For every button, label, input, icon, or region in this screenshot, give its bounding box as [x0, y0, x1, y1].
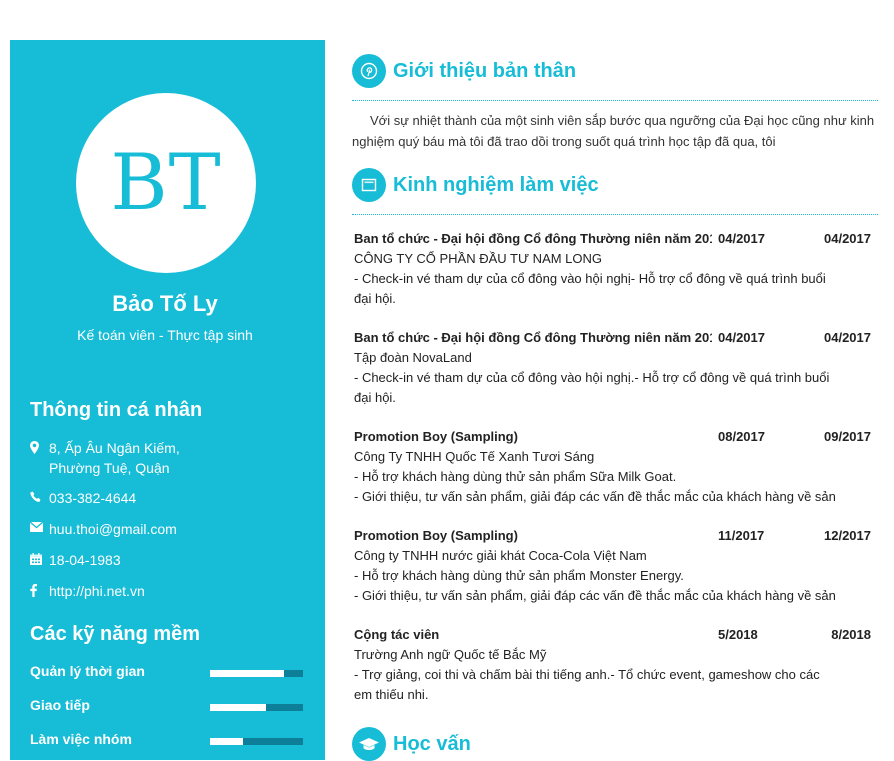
experience-position: Promotion Boy (Sampling) [354, 429, 518, 444]
briefcase-icon [352, 168, 386, 202]
email-row: huu.thoi@gmail.com [30, 519, 177, 539]
email-text: huu.thoi@gmail.com [49, 521, 177, 537]
skill-row: Làm việc nhóm [30, 731, 305, 751]
experience-item: Ban tổ chức - Đại hội đồng Cổ đông Thườn… [354, 328, 874, 408]
experience-desc-line: - Check-in vé tham dự của cổ đông vào hộ… [354, 271, 826, 286]
address-line1: 8, Ấp Âu Ngân Kiếm, [49, 440, 180, 456]
experience-desc-line: em thiếu nhi. [354, 687, 429, 702]
experience-from: 04/2017 [718, 330, 765, 345]
experience-company: Tập đoàn NovaLand [354, 350, 472, 365]
skill-level-fill [210, 738, 243, 745]
experience-company: Trường Anh ngữ Quốc tế Bắc Mỹ [354, 647, 547, 662]
skill-row: Quản lý thời gian [30, 663, 305, 683]
graduation-cap-icon [352, 727, 386, 761]
experience-company: CÔNG TY CỔ PHẦN ĐẦU TƯ NAM LONG [354, 251, 603, 266]
avatar-initials: BT [110, 138, 222, 228]
experience-heading: Kinh nghiệm làm việc [393, 173, 599, 196]
experience-to: 12/2017 [824, 528, 871, 543]
skill-level-bar [210, 670, 303, 677]
experience-to: 04/2017 [824, 231, 871, 246]
experience-desc-line: - Giới thiệu, tư vấn sản phẩm, giải đáp … [354, 489, 836, 504]
experience-item: Promotion Boy (Sampling) 11/2017 12/2017… [354, 526, 874, 606]
experience-desc-line: - Trợ giảng, coi thi và chấm bài thi tiế… [354, 667, 820, 682]
pinterest-icon [352, 54, 386, 88]
skill-label: Giao tiếp [30, 697, 90, 713]
experience-section-header: Kinh nghiệm làm việc [352, 168, 599, 202]
personal-info-heading: Thông tin cá nhân [30, 399, 203, 421]
experience-to: 8/2018 [831, 627, 871, 642]
map-marker-icon [30, 438, 49, 454]
avatar: BT [76, 93, 256, 273]
experience-desc-line: - Hỗ trợ khách hàng dùng thử sản phẩm Sữ… [354, 469, 677, 484]
calendar-icon [30, 550, 49, 565]
website-row: http://phi.net.vn [30, 581, 145, 601]
about-section-header: Giới thiệu bản thân [352, 54, 576, 88]
skill-label: Quản lý thời gian [30, 663, 145, 679]
skill-row: Giao tiếp [30, 697, 305, 717]
experience-divider [352, 214, 878, 215]
experience-desc-line: đại hội. [354, 390, 396, 405]
experience-desc-line: đại hội. [354, 291, 396, 306]
experience-item: Ban tổ chức - Đại hội đồng Cổ đông Thườn… [354, 229, 874, 309]
experience-company: Công ty TNHH nước giải khát Coca-Cola Vi… [354, 548, 647, 563]
skill-level-bar [210, 704, 303, 711]
address-text: 8, Ấp Âu Ngân Kiếm, Phường Tuệ, Quận [49, 438, 180, 478]
about-divider [352, 100, 878, 101]
experience-position: Ban tổ chức - Đại hội đồng Cổ đông Thườn… [354, 330, 712, 345]
education-section-header: Học vấn [352, 727, 471, 761]
facebook-icon [30, 581, 49, 597]
address-line2: Phường Tuệ, Quận [49, 460, 170, 476]
experience-company: Công Ty TNHH Quốc Tế Xanh Tươi Sáng [354, 449, 595, 464]
skill-level-bar [210, 738, 303, 745]
education-heading: Học vấn [393, 732, 471, 755]
experience-position: Ban tổ chức - Đại hội đồng Cổ đông Thườn… [354, 231, 712, 246]
address-row: 8, Ấp Âu Ngân Kiếm, Phường Tuệ, Quận [30, 438, 180, 478]
birthday-text: 18-04-1983 [49, 552, 121, 568]
skill-level-fill [210, 704, 266, 711]
skill-level-fill [210, 670, 285, 677]
skill-label: Làm việc nhóm [30, 731, 132, 747]
birthday-row: 18-04-1983 [30, 550, 121, 570]
phone-row: 033-382-4644 [30, 488, 136, 508]
about-line1: Với sự nhiệt thành của một sinh viên sắp… [370, 113, 820, 128]
phone-icon [30, 488, 49, 503]
experience-to: 04/2017 [824, 330, 871, 345]
sidebar: BT Bảo Tố Ly Kế toán viên - Thực tập sin… [10, 40, 325, 760]
profile-title: Kế toán viên - Thực tập sinh [77, 327, 253, 343]
about-heading: Giới thiệu bản thân [393, 59, 577, 82]
about-text: Với sự nhiệt thành của một sinh viên sắp… [352, 110, 878, 152]
profile-name: Bảo Tố Ly [112, 291, 218, 316]
experience-to: 09/2017 [824, 429, 871, 444]
experience-desc-line: - Check-in vé tham dự của cổ đông vào hộ… [354, 370, 830, 385]
experience-from: 11/2017 [718, 528, 765, 543]
experience-desc-line: - Giới thiệu, tư vấn sản phẩm, giải đáp … [354, 588, 836, 603]
experience-from: 04/2017 [718, 231, 765, 246]
website-link[interactable]: http://phi.net.vn [49, 581, 145, 601]
experience-desc-line: - Hỗ trợ khách hàng dùng thử sản phẩm Mo… [354, 568, 684, 583]
experience-item: Promotion Boy (Sampling) 08/2017 09/2017… [354, 427, 874, 507]
experience-position: Cộng tác viên [354, 627, 440, 642]
experience-from: 08/2017 [718, 429, 765, 444]
phone-text: 033-382-4644 [49, 490, 137, 506]
experience-from: 5/2018 [718, 627, 758, 642]
soft-skills-heading: Các kỹ năng mềm [30, 623, 201, 645]
experience-position: Promotion Boy (Sampling) [354, 528, 518, 543]
envelope-icon [30, 519, 49, 532]
experience-item: Cộng tác viên 5/2018 8/2018 Trường Anh n… [354, 625, 874, 705]
